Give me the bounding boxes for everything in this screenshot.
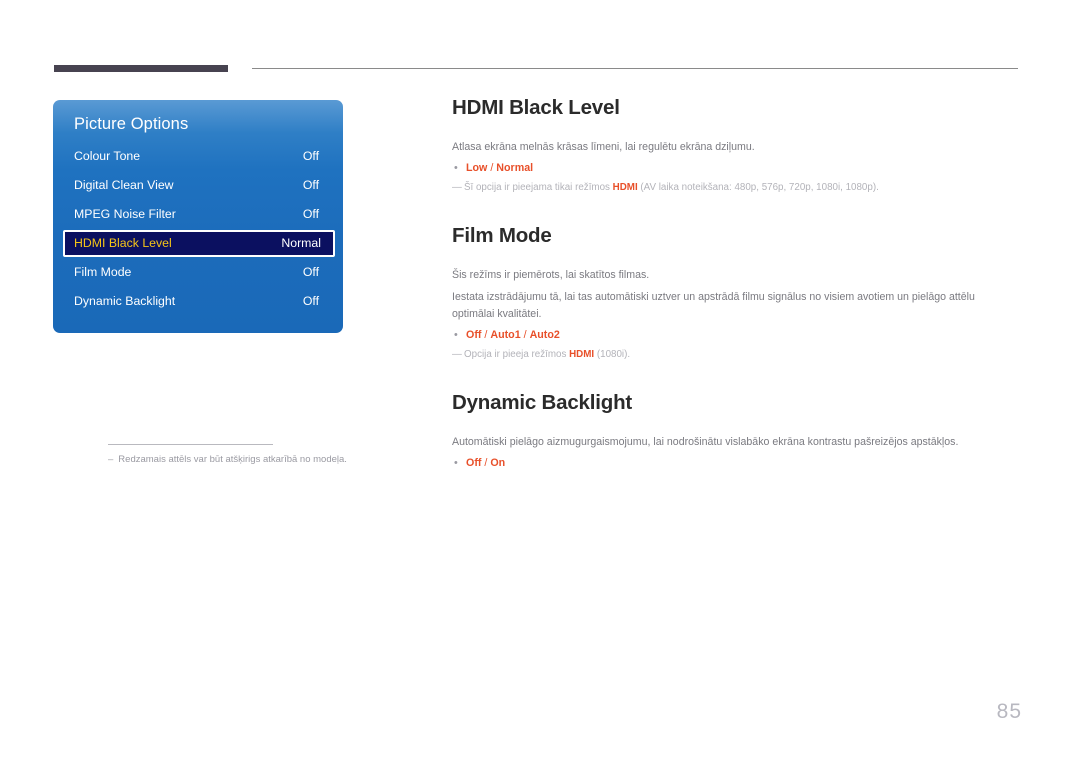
page-header-rules	[0, 0, 1080, 90]
osd-item-label: MPEG Noise Filter	[74, 207, 176, 221]
note-text-after: (1080i).	[594, 349, 631, 360]
osd-footnote-dash: –	[108, 454, 114, 465]
section-options-hdmi-black-level: • Low / Normal	[452, 160, 1018, 176]
section-paragraph: Šis režīms ir piemērots, lai skatītos fi…	[452, 269, 650, 281]
osd-footnote-text: Redzamais attēls var būt atšķirigs atkar…	[118, 454, 347, 465]
option-value: Normal	[496, 162, 534, 174]
osd-panel-title: Picture Options	[74, 115, 189, 133]
option-value: Off	[466, 457, 482, 469]
left-column: Picture Options Colour Tone Off Digital …	[53, 100, 347, 465]
osd-menu-item-digital-clean-view[interactable]: Digital Clean View Off	[63, 173, 333, 198]
osd-menu-item-dynamic-backlight[interactable]: Dynamic Backlight Off	[63, 289, 333, 314]
osd-picture-options-panel: Picture Options Colour Tone Off Digital …	[53, 100, 343, 333]
osd-item-value: Off	[302, 149, 319, 163]
option-value: Auto2	[529, 329, 560, 341]
osd-item-label: Film Mode	[74, 265, 132, 279]
section-options-film-mode: • Off / Auto1 / Auto2	[452, 327, 1018, 343]
note-text-before: Opcija ir pieeja režīmos	[464, 349, 570, 360]
section-title-film-mode: Film Mode	[452, 224, 552, 247]
option-separator: /	[520, 329, 530, 341]
note-text-after: (AV laika noteikšana: 480p, 576p, 720p, …	[637, 182, 879, 193]
bullet-dot-icon: •	[454, 457, 458, 469]
osd-item-value: Off	[302, 207, 319, 221]
osd-footnote: – Redzamais attēls var būt atšķirigs atka…	[108, 454, 438, 465]
note-highlight: HDMI	[612, 182, 638, 193]
osd-menu-item-colour-tone[interactable]: Colour Tone Off	[63, 144, 333, 169]
section-paragraph: Atlasa ekrāna melnās krāsas līmeni, lai …	[452, 141, 755, 153]
note-text-before: Šī opcija ir pieejama tikai režīmos	[464, 182, 613, 193]
section-title-hdmi-black-level: HDMI Black Level	[452, 96, 620, 119]
osd-item-label: Digital Clean View	[74, 178, 174, 192]
section-note-film-mode: — Opcija ir pieeja režīmos HDMI (1080i).	[452, 347, 1018, 363]
osd-menu-item-mpeg-noise-filter[interactable]: MPEG Noise Filter Off	[63, 202, 333, 227]
osd-item-value: Off	[302, 265, 319, 279]
osd-item-value: Off	[302, 294, 319, 308]
osd-item-label: Dynamic Backlight	[74, 294, 176, 308]
section-paragraph: Automātiski pielāgo aizmugurgaismojumu, …	[452, 436, 959, 448]
bullet-dot-icon: •	[454, 162, 458, 174]
osd-item-value: Off	[302, 178, 319, 192]
section-note-hdmi-black-level: — Šī opcija ir pieejama tikai režīmos HDM…	[452, 180, 1018, 196]
option-value: Low	[466, 162, 488, 174]
page-number: 85	[996, 700, 1022, 723]
osd-menu-item-film-mode[interactable]: Film Mode Off	[63, 260, 333, 285]
osd-item-value: Normal	[281, 236, 321, 250]
header-divider-line	[252, 68, 1018, 69]
right-column: HDMI Black Level Atlasa ekrāna melnās kr…	[452, 96, 1018, 471]
option-value: Off	[466, 329, 482, 341]
section-title-dynamic-backlight: Dynamic Backlight	[452, 391, 633, 414]
note-highlight: HDMI	[569, 349, 595, 360]
note-dash-icon: —	[452, 182, 462, 193]
osd-menu-item-hdmi-black-level[interactable]: HDMI Black Level Normal	[63, 230, 335, 257]
section-paragraph: Iestata izstrādājumu tā, lai tas automāt…	[452, 291, 975, 320]
option-value: Auto1	[490, 329, 521, 341]
section-options-dynamic-backlight: • Off / On	[452, 455, 1018, 471]
option-separator: /	[487, 162, 497, 174]
osd-item-label: HDMI Black Level	[74, 236, 172, 250]
note-dash-icon: —	[452, 349, 462, 360]
header-accent-bar	[54, 65, 228, 72]
osd-item-label: Colour Tone	[74, 149, 141, 163]
option-value: On	[490, 457, 506, 469]
bullet-dot-icon: •	[454, 329, 458, 341]
osd-footnote-divider	[108, 444, 273, 445]
